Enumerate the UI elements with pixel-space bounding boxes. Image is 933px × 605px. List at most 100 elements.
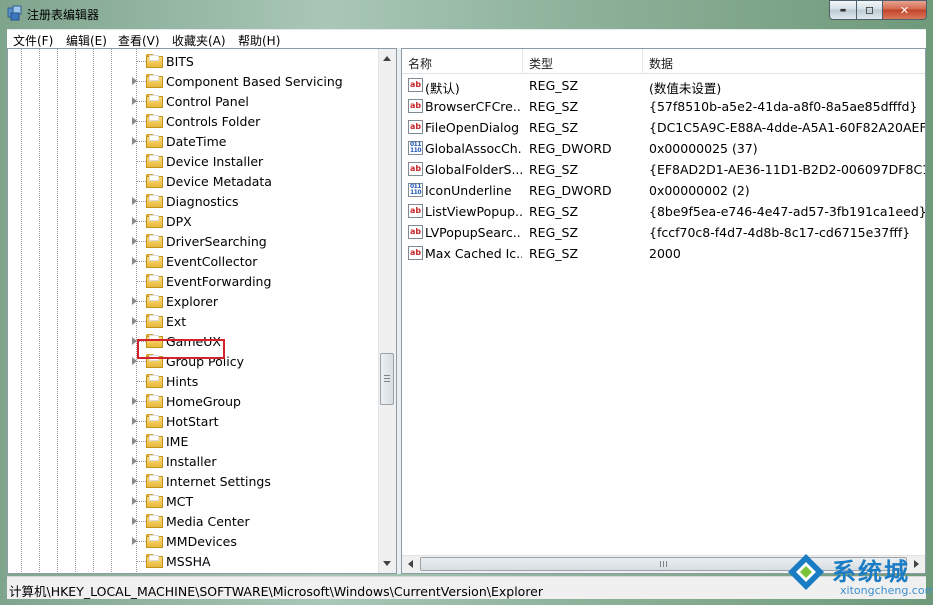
value-row[interactable]: ab BrowserCFCre... REG_SZ {57f8510b-a5e2-41… — [402, 96, 925, 117]
expand-arrow-icon[interactable] — [132, 237, 137, 245]
scroll-up-icon[interactable] — [383, 56, 391, 61]
column-header-type[interactable]: 类型 — [529, 55, 553, 72]
menu-file[interactable]: 文件(F) — [13, 32, 53, 49]
column-divider[interactable] — [642, 49, 643, 73]
tree-item[interactable]: EventCollector — [8, 251, 380, 271]
tree-item[interactable]: MMDevices — [8, 531, 380, 551]
explorer-highlight-box — [137, 339, 225, 359]
value-row[interactable]: ab Max Cached Ic... REG_SZ 2000 — [402, 243, 925, 264]
tree-item[interactable]: IME — [8, 431, 380, 451]
regedit-app-icon — [7, 5, 22, 21]
tree-item[interactable]: Device Installer — [8, 151, 380, 171]
value-type: REG_SZ — [529, 225, 579, 240]
expand-arrow-icon[interactable] — [132, 97, 137, 105]
tree-item[interactable]: Component Based Servicing — [8, 71, 380, 91]
expand-arrow-icon[interactable] — [132, 537, 137, 545]
menu-help[interactable]: 帮助(H) — [238, 32, 280, 49]
expand-arrow-icon[interactable] — [132, 117, 137, 125]
tree-item[interactable]: Device Metadata — [8, 171, 380, 191]
value-data: {EF8AD2D1-AE36-11D1-B2D2-006097DF8C11} — [649, 162, 926, 177]
value-row[interactable]: ab FileOpenDialog REG_SZ {DC1C5A9C-E88A-4dd… — [402, 117, 925, 138]
value-data: {57f8510b-a5e2-41da-a8f0-8a5ae85dfffd} — [649, 99, 918, 114]
scrollbar-thumb[interactable] — [380, 353, 394, 405]
expand-arrow-icon[interactable] — [132, 497, 137, 505]
minimize-button[interactable]: ▬ — [829, 0, 857, 20]
menu-favorites[interactable]: 收藏夹(A) — [172, 32, 226, 49]
watermark-logo-icon — [788, 554, 824, 590]
value-type: REG_SZ — [529, 246, 579, 261]
folder-icon — [146, 134, 163, 148]
column-header-name[interactable]: 名称 — [408, 55, 432, 72]
tree-item[interactable]: MCT — [8, 491, 380, 511]
value-name: IconUnderline — [425, 183, 512, 198]
tree-item[interactable]: Hints — [8, 371, 380, 391]
tree-item[interactable]: Diagnostics — [8, 191, 380, 211]
expand-arrow-icon[interactable] — [132, 417, 137, 425]
menu-bar: 文件(F) 编辑(E) 查看(V) 收藏夹(A) 帮助(H) — [7, 29, 926, 49]
expand-arrow-icon[interactable] — [132, 77, 137, 85]
value-data: {fccf70c8-f4d7-4d8b-8c17-cd6715e37fff} — [649, 225, 911, 240]
tree-item-label: Installer — [166, 454, 217, 469]
tree-item-label: Explorer — [166, 294, 219, 309]
value-row[interactable]: 011 110 GlobalAssocCh... REG_DWORD 0x000000… — [402, 138, 925, 159]
value-data: 2000 — [649, 246, 681, 261]
minimize-icon: ▬ — [839, 6, 847, 14]
tree-item[interactable]: MSSHA — [8, 551, 380, 571]
tree-item[interactable]: Media Center — [8, 511, 380, 531]
key-tree-pane[interactable]: BITS Component Based Servicing Control Pan… — [7, 48, 397, 574]
maximize-button[interactable]: ▫ — [857, 0, 883, 20]
tree-vertical-scrollbar[interactable] — [378, 49, 396, 573]
folder-icon — [146, 474, 163, 488]
expand-arrow-icon[interactable] — [132, 437, 137, 445]
value-row[interactable]: 011 110 IconUnderline REG_DWORD 0x00000002 … — [402, 180, 925, 201]
expand-arrow-icon[interactable] — [132, 297, 137, 305]
tree-item[interactable]: Internet Settings — [8, 471, 380, 491]
tree-item-label: Media Center — [166, 514, 250, 529]
folder-icon — [146, 194, 163, 208]
tree-item[interactable]: DPX — [8, 211, 380, 231]
expand-arrow-icon[interactable] — [132, 317, 137, 325]
tree-item[interactable]: Control Panel — [8, 91, 380, 111]
folder-icon — [146, 434, 163, 448]
expand-arrow-icon[interactable] — [132, 477, 137, 485]
scroll-left-icon[interactable] — [408, 560, 413, 568]
tree-item-label: Component Based Servicing — [166, 74, 343, 89]
expand-arrow-icon[interactable] — [132, 457, 137, 465]
menu-view[interactable]: 查看(V) — [118, 32, 160, 49]
expand-arrow-icon[interactable] — [132, 517, 137, 525]
scroll-down-icon[interactable] — [383, 561, 391, 566]
values-list-pane[interactable]: 名称 类型 数据 ab (默认) REG_SZ (数值未设置) ab BrowserCFC… — [401, 48, 926, 574]
folder-icon — [146, 454, 163, 468]
tree-item[interactable]: DriverSearching — [8, 231, 380, 251]
tree-item[interactable]: DateTime — [8, 131, 380, 151]
expand-arrow-icon[interactable] — [132, 397, 137, 405]
expand-arrow-icon[interactable] — [132, 257, 137, 265]
tree-item-label: Control Panel — [166, 94, 249, 109]
tree-item[interactable]: Explorer — [8, 291, 380, 311]
expand-arrow-icon[interactable] — [132, 197, 137, 205]
value-row[interactable]: ab (默认) REG_SZ (数值未设置) — [402, 75, 925, 96]
tree-item[interactable]: EventForwarding — [8, 271, 380, 291]
folder-icon — [146, 74, 163, 88]
tree-item[interactable]: HomeGroup — [8, 391, 380, 411]
menu-edit[interactable]: 编辑(E) — [66, 32, 107, 49]
tree-item-label: Hints — [166, 374, 199, 389]
value-row[interactable]: ab GlobalFolderS... REG_SZ {EF8AD2D1-AE36-1… — [402, 159, 925, 180]
value-row[interactable]: ab LVPopupSearc... REG_SZ {fccf70c8-f4d7-4d… — [402, 222, 925, 243]
close-button[interactable]: ✕ — [883, 0, 927, 20]
tree-item-label: Device Installer — [166, 154, 264, 169]
tree-item[interactable]: Installer — [8, 451, 380, 471]
column-divider[interactable] — [522, 49, 523, 73]
expand-arrow-icon[interactable] — [132, 217, 137, 225]
expand-arrow-icon[interactable] — [132, 137, 137, 145]
tree-item[interactable]: Controls Folder — [8, 111, 380, 131]
column-header-data[interactable]: 数据 — [649, 55, 673, 72]
value-row[interactable]: ab ListViewPopup... REG_SZ {8be9f5ea-e746-4… — [402, 201, 925, 222]
title-bar[interactable]: 注册表编辑器 ▬ ▫ ✕ — [0, 0, 933, 27]
tree-item[interactable]: Ext — [8, 311, 380, 331]
tree-item[interactable]: HotStart — [8, 411, 380, 431]
tree-item-label: MCT — [166, 494, 194, 509]
tree-item[interactable]: BITS — [8, 51, 380, 71]
value-name: FileOpenDialog — [425, 120, 520, 135]
value-data: {8be9f5ea-e746-4e47-ad57-3fb191ca1eed} — [649, 204, 926, 219]
